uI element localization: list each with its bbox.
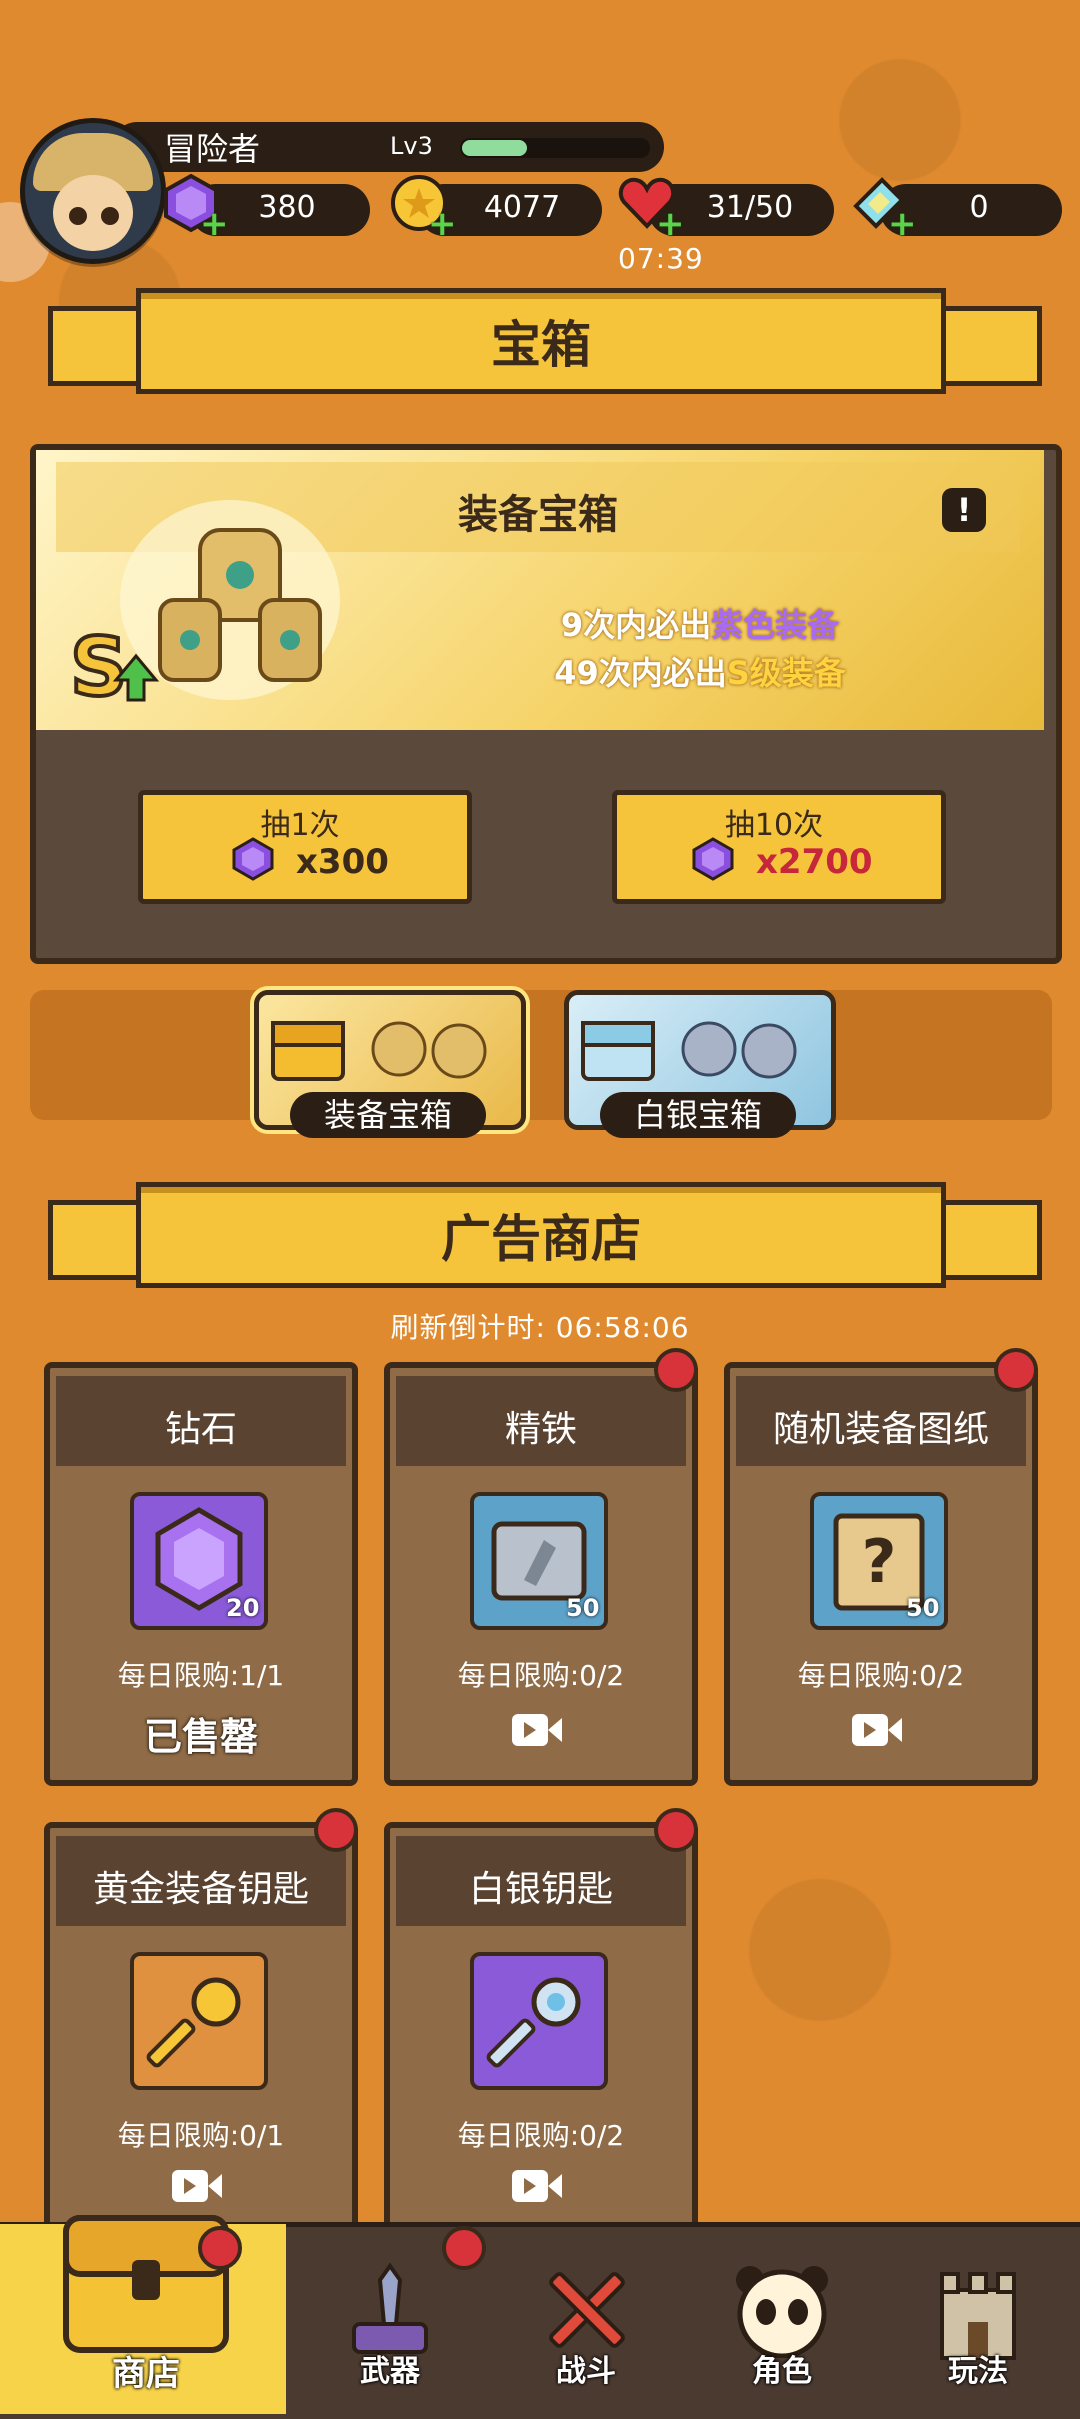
gold-chest-icon xyxy=(271,1021,487,1081)
silver-key-icon xyxy=(470,1952,608,2090)
watch-ad-video-icon[interactable] xyxy=(510,1710,564,1750)
eye-icon xyxy=(101,207,119,225)
info-icon[interactable]: ! xyxy=(942,488,986,532)
nav-character-label: 角色 xyxy=(752,2354,812,2389)
pull-ten-label: 抽10次 xyxy=(724,808,824,843)
svg-text:S: S xyxy=(70,621,128,714)
xp-bar-fill xyxy=(462,140,527,156)
tickets-value: 0 xyxy=(969,190,989,225)
pull-one-label: 抽1次 xyxy=(260,808,340,843)
sold-out-label: 已售罄 xyxy=(143,1715,258,1759)
pity-line-2: 49次内必出S级装备 xyxy=(554,654,846,692)
notification-dot xyxy=(198,2226,242,2270)
gem-icon xyxy=(690,836,736,882)
tab-equipment-chest-label: 装备宝箱 xyxy=(290,1092,486,1138)
nav-shop-label: 商店 xyxy=(112,2354,180,2394)
card-title: 随机装备图纸 xyxy=(772,1409,989,1450)
nav-weapons-label: 武器 xyxy=(360,2354,420,2389)
player-name: 冒险者 xyxy=(164,130,261,168)
pity-line-1: 9次内必出紫色装备 xyxy=(560,606,840,644)
daily-limit: 每日限购:0/2 xyxy=(797,1659,965,1692)
daily-limit: 每日限购:0/1 xyxy=(117,2119,285,2152)
watch-ad-video-icon[interactable] xyxy=(510,2166,564,2206)
tab-silver-chest-label: 白银宝箱 xyxy=(600,1092,796,1138)
ad-shop-section-title: 广告商店 xyxy=(136,1182,946,1288)
pull-ten-cost: x2700 xyxy=(756,842,873,882)
coins-value: 4077 xyxy=(483,190,561,225)
card-title: 精铁 xyxy=(504,1409,577,1450)
nav-gameplay-label: 玩法 xyxy=(948,2354,1008,2389)
daily-limit: 每日限购:0/2 xyxy=(457,1659,625,1692)
energy-timer: 07:39 xyxy=(618,242,704,275)
face-icon xyxy=(53,175,133,251)
chest-tab-strip xyxy=(30,990,1052,1120)
watch-ad-video-icon[interactable] xyxy=(850,1710,904,1750)
gem-icon xyxy=(230,836,276,882)
daily-limit: 每日限购:0/2 xyxy=(457,2119,625,2152)
nav-battle-label: 战斗 xyxy=(556,2354,616,2389)
svg-text:?: ? xyxy=(862,1527,897,1597)
eye-icon xyxy=(69,207,87,225)
panda-icon xyxy=(736,2266,828,2359)
notification-dot xyxy=(442,2226,486,2270)
pull-one-cost: x300 xyxy=(296,842,389,882)
nav-battle[interactable] xyxy=(536,2260,636,2360)
gold-key-icon xyxy=(130,1952,268,2090)
daily-limit: 每日限购:1/1 xyxy=(117,1659,285,1692)
gem-plus-icon[interactable]: + xyxy=(160,172,229,241)
item-quantity: 50 xyxy=(906,1594,940,1622)
nav-weapons[interactable] xyxy=(340,2260,440,2360)
sword-in-stone-icon xyxy=(352,2262,428,2354)
treasure-chest-icon xyxy=(63,2215,229,2353)
item-quantity: 20 xyxy=(226,1594,260,1622)
notification-dot xyxy=(654,1808,698,1852)
gems-value: 380 xyxy=(258,190,316,225)
item-quantity: 50 xyxy=(566,1594,600,1622)
crossed-swords-icon xyxy=(549,2272,625,2348)
coin-plus-icon[interactable]: + xyxy=(388,172,457,241)
nav-character[interactable] xyxy=(732,2262,832,2359)
card-title: 黄金装备钥匙 xyxy=(92,1869,309,1910)
refresh-countdown: 刷新倒计时: 06:58:06 xyxy=(390,1311,690,1344)
armor-set-icon: S xyxy=(60,480,380,730)
ticket-plus-icon[interactable]: + xyxy=(848,172,917,241)
treasure-section-title: 宝箱 xyxy=(136,288,946,394)
player-level: Lv3 xyxy=(390,132,433,160)
nav-shop[interactable] xyxy=(58,2198,234,2358)
silver-chest-icon xyxy=(581,1021,797,1081)
card-title: 钻石 xyxy=(164,1409,237,1450)
energy-value: 31/50 xyxy=(706,190,794,225)
notification-dot xyxy=(994,1348,1038,1392)
player-avatar[interactable] xyxy=(20,118,166,264)
notification-dot xyxy=(314,1808,358,1852)
card-title: 白银钥匙 xyxy=(468,1869,613,1910)
notification-dot xyxy=(654,1348,698,1392)
heart-plus-icon[interactable]: + xyxy=(616,172,685,241)
